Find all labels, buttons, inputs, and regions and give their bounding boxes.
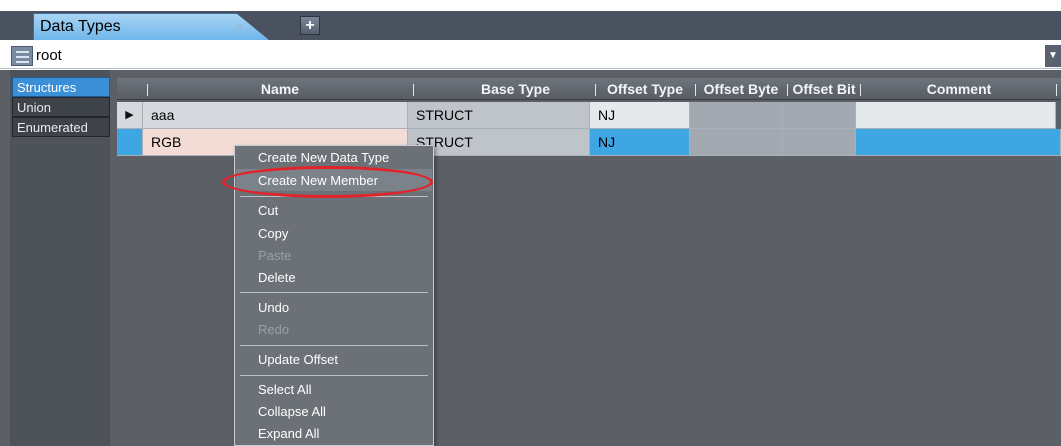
menu-item-copy[interactable]: Copy [258,226,288,241]
cell-offset-byte[interactable] [690,129,783,156]
menu-separator [240,375,428,376]
column-header-offset-type[interactable]: Offset Type [598,80,692,98]
cell-comment[interactable] [856,102,1056,129]
column-header-comment[interactable]: Comment [864,80,1054,98]
column-header-offset-byte[interactable]: Offset Byte [698,80,784,98]
cell-name[interactable]: aaa [143,102,408,129]
column-separator[interactable] [147,84,148,96]
cell-base-type[interactable]: STRUCT [408,129,590,156]
cell-offset-bit[interactable] [783,102,856,129]
breadcrumb-bar [0,41,1061,69]
cell-offset-byte[interactable] [690,102,783,129]
column-header-offset-bit[interactable]: Offset Bit [790,80,858,98]
sidebar-item-union[interactable]: Union [12,97,110,117]
tab-data-types-label: Data Types [40,18,121,35]
menu-item-redo[interactable]: Redo [258,322,289,337]
cell-comment[interactable] [856,129,1061,156]
menu-separator [240,292,428,293]
menu-item-expand-all[interactable]: Expand All [258,426,319,441]
menu-separator [240,345,428,346]
cell-offset-type[interactable]: NJ [590,102,690,129]
menu-item-cut[interactable]: Cut [258,203,278,218]
menu-item-paste[interactable]: Paste [258,248,291,263]
tree-view-icon[interactable] [11,46,33,66]
menu-item-update-offset[interactable]: Update Offset [258,352,338,367]
column-header-name[interactable]: Name [150,80,410,98]
column-separator[interactable] [695,84,696,96]
menu-item-undo[interactable]: Undo [258,300,289,315]
row-selector-icon[interactable] [117,129,143,156]
breadcrumb-root[interactable]: root [36,47,62,64]
menu-item-delete[interactable]: Delete [258,270,296,285]
column-separator[interactable] [595,84,596,96]
sidebar-item-structures[interactable]: Structures [12,77,110,97]
menu-item-collapse-all[interactable]: Collapse All [258,404,326,419]
column-separator[interactable] [1056,84,1057,96]
column-separator[interactable] [413,84,414,96]
annotation-highlight-oval [222,166,433,198]
menu-item-select-all[interactable]: Select All [258,382,311,397]
sidebar-item-enumerated[interactable]: Enumerated [12,117,110,137]
breadcrumb-dropdown-icon[interactable]: ▼ [1045,45,1061,67]
menu-item-create-new-data-type[interactable]: Create New Data Type [258,150,389,165]
cell-offset-bit[interactable] [783,129,856,156]
cell-offset-type[interactable]: NJ [590,129,690,156]
cell-base-type[interactable]: STRUCT [408,102,590,129]
tab-close-icon[interactable]: × [236,20,243,34]
column-header-base-type[interactable]: Base Type [416,80,592,98]
row-selector-icon[interactable]: ▶ [117,102,143,129]
column-separator[interactable] [787,84,788,96]
column-separator[interactable] [860,84,861,96]
add-tab-button[interactable]: + [300,16,320,35]
